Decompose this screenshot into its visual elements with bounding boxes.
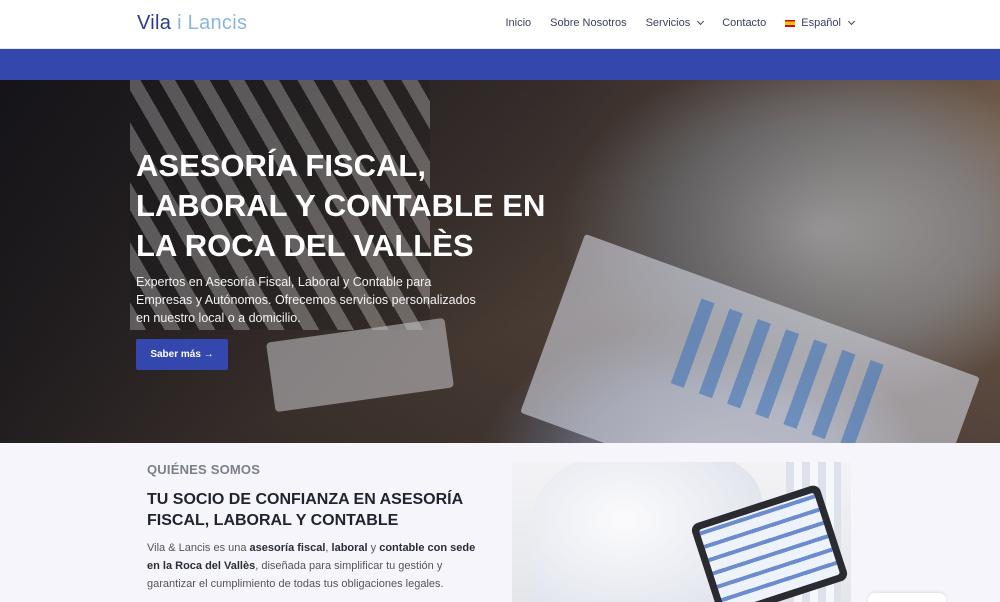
logo-text-secondary: i Lancis xyxy=(177,12,248,34)
nav-item-label: Servicios xyxy=(645,17,691,29)
hero-background-calculator xyxy=(266,317,454,413)
about-photo xyxy=(512,462,851,602)
nav-item-servicios[interactable]: Servicios xyxy=(645,17,705,29)
logo-text-primary: Vila xyxy=(137,12,172,34)
nav-item-label: Inicio xyxy=(505,17,532,29)
about-text-part: , xyxy=(325,542,329,554)
language-selector[interactable]: Español xyxy=(785,17,856,29)
about-bold-part: laboral xyxy=(331,542,368,554)
hero-section: ASESORÍA FISCAL, LABORAL Y CONTABLE EN L… xyxy=(0,80,1000,443)
hero-description: Expertos en Asesoría Fiscal, Laboral y C… xyxy=(136,275,476,325)
main-nav: Inicio Sobre Nosotros Servicios Contacto… xyxy=(505,17,856,29)
about-bold-part: asesoría fiscal xyxy=(249,542,326,554)
about-description: Vila & Lancis es una asesoría fiscal, la… xyxy=(147,539,487,593)
about-section: QUIÉNES SOMOS TU SOCIO DE CONFIANZA EN A… xyxy=(0,443,1000,602)
nav-item-contacto[interactable]: Contacto xyxy=(722,17,766,29)
top-band xyxy=(0,49,1000,80)
site-header: Vila i Lancis Inicio Sobre Nosotros Serv… xyxy=(0,0,1000,49)
chevron-down-icon xyxy=(697,17,705,26)
nav-item-sobre-nosotros[interactable]: Sobre Nosotros xyxy=(550,17,626,29)
spain-flag-icon xyxy=(785,19,796,27)
language-label: Español xyxy=(801,17,841,29)
site-logo[interactable]: Vila i Lancis xyxy=(137,12,247,35)
about-title: TU SOCIO DE CONFIANZA EN ASESORÍA FISCAL… xyxy=(147,491,463,529)
about-text-part: y xyxy=(370,542,377,554)
nav-item-label: Contacto xyxy=(722,17,767,29)
chevron-down-icon xyxy=(847,17,856,26)
nav-item-inicio[interactable]: Inicio xyxy=(505,17,531,29)
floating-widget[interactable] xyxy=(868,593,946,602)
about-eyebrow: QUIÉNES SOMOS xyxy=(147,462,261,477)
about-text-part: Vila & Lancis es una xyxy=(147,542,247,554)
saber-mas-button[interactable]: Saber más → xyxy=(136,339,228,370)
hero-title: ASESORÍA FISCAL, LABORAL Y CONTABLE EN L… xyxy=(136,148,546,263)
nav-item-label: Sobre Nosotros xyxy=(550,17,627,29)
